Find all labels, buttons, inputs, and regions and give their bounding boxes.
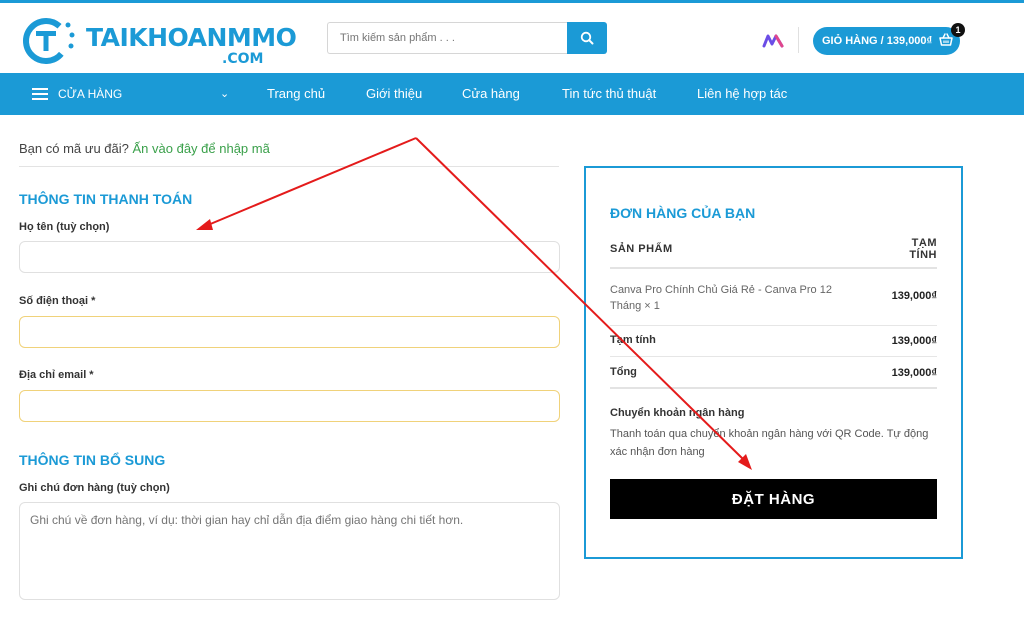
- order-summary-title: ĐƠN HÀNG CỦA BẠN: [610, 205, 756, 221]
- order-notes-field[interactable]: [19, 502, 560, 600]
- search-button[interactable]: [567, 22, 607, 54]
- name-field[interactable]: [19, 241, 560, 273]
- phone-field[interactable]: [19, 316, 560, 348]
- order-notes-label: Ghi chú đơn hàng (tuỳ chọn): [19, 482, 170, 494]
- payment-method-description: Thanh toán qua chuyển khoản ngân hàng vớ…: [610, 428, 929, 458]
- table-divider: [610, 387, 937, 389]
- email-field[interactable]: [19, 390, 560, 422]
- nav-item-tips[interactable]: Tin tức thủ thuật: [562, 73, 656, 115]
- search-input[interactable]: [327, 22, 567, 54]
- phone-label: Số điện thoại *: [19, 295, 96, 307]
- product-amount: 139,000₫: [891, 290, 937, 302]
- nav-item-shop[interactable]: Cửa hàng: [462, 73, 520, 115]
- table-divider: [610, 267, 937, 269]
- name-label: Họ tên (tuỳ chọn): [19, 221, 110, 233]
- divider: [19, 166, 559, 167]
- order-summary-box: ĐƠN HÀNG CỦA BẠN SẢN PHẨM TẠM TÍNH Canva…: [584, 166, 963, 559]
- search-bar: [327, 22, 607, 54]
- header-divider: [798, 27, 799, 53]
- table-divider: [610, 325, 937, 326]
- product-name: Canva Pro Chính Chủ Giá Rẻ - Canva Pro 1…: [610, 284, 832, 312]
- site-header: TAIKHOANMMO .COM GIỎ HÀNG / 139,000₫ 1: [0, 3, 1024, 73]
- subtotal-amount: 139,000₫: [891, 335, 937, 347]
- logo-text: TAIKHOANMMO: [86, 23, 297, 52]
- nav-item-contact[interactable]: Liên hệ hợp tác: [697, 73, 787, 115]
- nav-item-home[interactable]: Trang chủ: [267, 73, 325, 115]
- logo-mark-icon: [23, 18, 75, 64]
- hamburger-icon: [32, 88, 48, 100]
- coupon-question: Bạn có mã ưu đãi?: [19, 141, 129, 156]
- chevron-down-icon[interactable]: ⌄: [220, 87, 229, 100]
- category-menu-label: CỬA HÀNG: [58, 87, 123, 101]
- nav-item-about[interactable]: Giới thiệu: [366, 73, 422, 115]
- payment-method-title: Chuyển khoản ngân hàng: [610, 407, 745, 419]
- cart-button[interactable]: GIỎ HÀNG / 139,000₫: [813, 27, 960, 55]
- coupon-notice: Bạn có mã ưu đãi? Ấn vào đây để nhập mã: [19, 141, 270, 156]
- coupon-link[interactable]: Ấn vào đây để nhập mã: [133, 141, 270, 156]
- total-label: Tổng: [610, 366, 637, 378]
- email-label: Địa chỉ email *: [19, 369, 94, 381]
- place-order-button[interactable]: ĐẶT HÀNG: [610, 479, 937, 519]
- site-logo[interactable]: TAIKHOANMMO .COM: [22, 13, 297, 69]
- cart-label: GIỎ HÀNG / 139,000₫: [822, 35, 933, 47]
- meta-brand-icon[interactable]: [762, 33, 784, 49]
- arrowhead-icon: [196, 219, 213, 230]
- additional-section-title: THÔNG TIN BỔ SUNG: [19, 452, 166, 468]
- logo-domain: .COM: [222, 51, 264, 67]
- cart-count-badge: 1: [951, 23, 965, 37]
- column-product-header: SẢN PHẨM: [610, 243, 673, 255]
- category-menu-button[interactable]: CỬA HÀNG: [32, 73, 122, 115]
- total-amount: 139,000₫: [891, 367, 937, 379]
- billing-section-title: THÔNG TIN THANH TOÁN: [19, 191, 193, 207]
- main-navigation: CỬA HÀNG ⌄ Trang chủ Giới thiệu Cửa hàng…: [0, 73, 1024, 115]
- table-divider: [610, 356, 937, 357]
- column-subtotal-header: TẠM TÍNH: [909, 237, 937, 261]
- search-icon: [580, 31, 594, 45]
- subtotal-label: Tạm tính: [610, 334, 656, 346]
